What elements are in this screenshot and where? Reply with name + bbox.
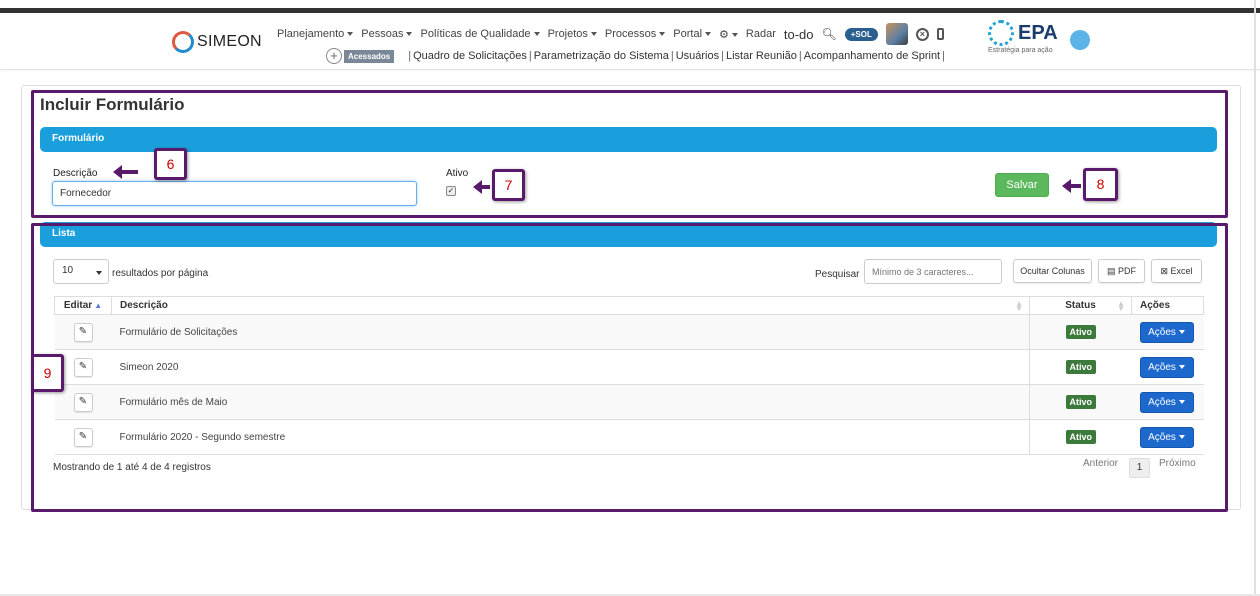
annotation-arrow-left-icon (1062, 179, 1081, 193)
acessados-label: Acessados (344, 49, 395, 63)
separator: | (528, 50, 532, 62)
caret-down-icon (659, 32, 666, 37)
epa-logo-text: EPA (1018, 21, 1058, 44)
caret-down-icon (590, 32, 597, 37)
brain-icon[interactable] (1070, 30, 1090, 50)
separator: | (942, 50, 945, 62)
menu-label: Portal (673, 28, 703, 40)
search-icon[interactable]: 🔍︎ (822, 27, 837, 41)
acessados-button[interactable]: + Acessados (326, 48, 395, 64)
caret-down-icon (533, 32, 540, 37)
annotation-box-list (31, 223, 1228, 512)
close-circle-icon[interactable]: × (915, 27, 929, 41)
link-usuarios[interactable]: Usuários (676, 50, 719, 62)
quick-links-bar: + Acessados | Quadro de Solicitações | P… (326, 48, 947, 64)
link-listar-reuniao[interactable]: Listar Reunião (726, 50, 797, 62)
annotation-arrow-left-icon (473, 180, 490, 194)
menu-pessoas[interactable]: Pessoas (361, 28, 413, 40)
simeon-logo[interactable]: SIMEON (172, 31, 262, 53)
menu-projetos[interactable]: Projetos (548, 28, 597, 40)
caret-down-icon (731, 32, 738, 37)
epa-logo[interactable]: EPA Estratégia para ação (988, 20, 1058, 54)
menu-todo[interactable]: to-do (784, 27, 814, 42)
menu-planejamento[interactable]: Planejamento (277, 28, 354, 40)
annotation-arrow-left-icon (113, 165, 138, 179)
window-edge (1254, 0, 1256, 596)
menu-radar[interactable]: Radar (746, 28, 776, 40)
annotation-box-form (31, 90, 1228, 218)
main-menu: Planejamento Pessoas Políticas de Qualid… (277, 23, 944, 45)
epa-logo-icon (988, 20, 1014, 46)
epa-subtitle: Estratégia para ação (988, 47, 1053, 54)
caret-down-icon (705, 32, 712, 37)
settings-menu[interactable]: ⚙ (719, 28, 738, 41)
menu-politicas[interactable]: Políticas de Qualidade (420, 28, 540, 40)
user-avatar[interactable] (885, 23, 908, 45)
separator: | (798, 50, 802, 62)
annotation-number: 6 (154, 148, 187, 180)
link-parametrizacao[interactable]: Parametrização do Sistema (534, 50, 669, 62)
top-navbar: SIMEON Planejamento Pessoas Políticas de… (0, 13, 1260, 70)
link-quadro-solicitacoes[interactable]: Quadro de Solicitações (413, 50, 527, 62)
separator: | (670, 50, 674, 62)
simeon-logo-text: SIMEON (197, 33, 262, 50)
plus-circle-icon: + (326, 48, 342, 64)
menu-label: Pessoas (361, 28, 404, 40)
link-acompanhamento-sprint[interactable]: Acompanhamento de Sprint (804, 50, 940, 62)
annotation-number: 8 (1083, 168, 1118, 201)
mobile-icon[interactable] (936, 28, 944, 40)
menu-label: Planejamento (277, 28, 345, 40)
menu-label: Políticas de Qualidade (420, 28, 531, 40)
sol-badge-button[interactable]: +SOL (844, 27, 878, 41)
gear-icon: ⚙ (719, 28, 729, 41)
annotation-number: 9 (31, 354, 64, 392)
separator: | (721, 50, 724, 62)
caret-down-icon (406, 32, 413, 37)
menu-label: Projetos (547, 28, 588, 40)
annotation-number: 7 (492, 169, 525, 201)
simeon-logo-icon (172, 31, 194, 53)
menu-processos[interactable]: Processos (604, 28, 666, 40)
caret-down-icon (347, 32, 354, 37)
separator: | (408, 50, 412, 62)
menu-label: Processos (604, 28, 657, 40)
menu-portal[interactable]: Portal (673, 28, 712, 40)
